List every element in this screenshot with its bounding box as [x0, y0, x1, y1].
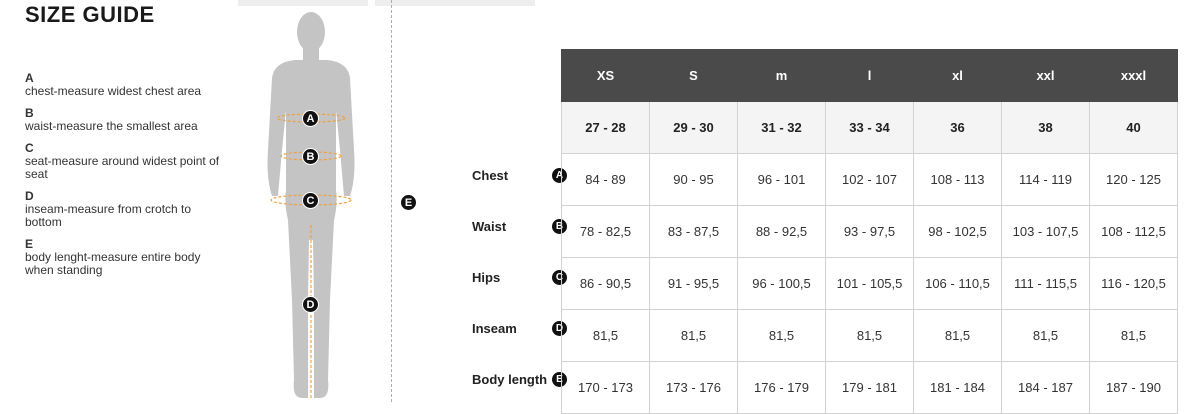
legend-item-b: B waist-measure the smallest area	[25, 107, 225, 133]
table-cell: 96 - 100,5	[737, 257, 826, 310]
table-cell: 78 - 82,5	[561, 205, 650, 258]
size-header-cell: xl	[913, 49, 1002, 102]
legend-text: waist-measure the smallest area	[25, 119, 198, 133]
table-cell: 106 - 110,5	[913, 257, 1002, 310]
table-cell: 114 - 119	[1001, 153, 1090, 206]
table-row-hips: 86 - 90,5 91 - 95,5 96 - 100,5 101 - 105…	[561, 257, 1178, 310]
table-cell: 184 - 187	[1001, 361, 1090, 414]
eu-size-cell: 36	[913, 101, 1002, 154]
table-cell: 108 - 112,5	[1089, 205, 1178, 258]
legend-item-e: E body lenght-measure entire body when s…	[25, 238, 225, 277]
eu-size-cell: 29 - 30	[649, 101, 738, 154]
row-label-text: Waist	[472, 219, 507, 234]
table-cell: 98 - 102,5	[913, 205, 1002, 258]
table-cell: 176 - 179	[737, 361, 826, 414]
eu-size-cell: 27 - 28	[561, 101, 650, 154]
table-cell: 81,5	[825, 309, 914, 362]
eu-size-cell: 31 - 32	[737, 101, 826, 154]
table-row-body-length: 170 - 173 173 - 176 176 - 179 179 - 181 …	[561, 361, 1178, 414]
table-cell: 86 - 90,5	[561, 257, 650, 310]
page-title: SIZE GUIDE	[25, 2, 155, 27]
table-cell: 179 - 181	[825, 361, 914, 414]
row-label-body-length: Body length	[472, 354, 560, 405]
legend-item-a: A chest-measure widest chest area	[25, 72, 225, 98]
size-header-cell: l	[825, 49, 914, 102]
table-cell: 91 - 95,5	[649, 257, 738, 310]
table-cell: 120 - 125	[1089, 153, 1178, 206]
marker-a: A	[302, 110, 319, 127]
legend-text: chest-measure widest chest area	[25, 84, 202, 98]
table-cell: 90 - 95	[649, 153, 738, 206]
row-label-text: Chest	[472, 168, 509, 183]
row-label-chest: Chest	[472, 150, 560, 201]
table-cell: 81,5	[1001, 309, 1090, 362]
legend-item-d: D inseam-measure from crotch to bottom	[25, 190, 225, 229]
table-row-inseam: 81,5 81,5 81,5 81,5 81,5 81,5 81,5	[561, 309, 1178, 362]
marker-b: B	[302, 148, 319, 165]
legend-text: inseam-measure from crotch to bottom	[25, 202, 192, 229]
legend-item-c: C seat-measure around widest point of se…	[25, 142, 225, 181]
size-header-cell: m	[737, 49, 826, 102]
row-label-text: Body length	[472, 372, 548, 387]
size-header-cell: S	[649, 49, 738, 102]
table-cell: 108 - 113	[913, 153, 1002, 206]
marker-c: C	[302, 192, 319, 209]
row-label-text: Hips	[472, 270, 501, 285]
eu-size-row: 27 - 28 29 - 30 31 - 32 33 - 34 36 38 40	[561, 101, 1178, 154]
table-row-chest: 84 - 89 90 - 95 96 - 101 102 - 107 108 -…	[561, 153, 1178, 206]
table-cell: 173 - 176	[649, 361, 738, 414]
table-row-waist: 78 - 82,5 83 - 87,5 88 - 92,5 93 - 97,5 …	[561, 205, 1178, 258]
marker-d: D	[302, 296, 319, 313]
size-header-cell: xxl	[1001, 49, 1090, 102]
row-label-inseam: Inseam	[472, 303, 560, 354]
size-header-row: XS S m l xl xxl xxxl	[561, 49, 1178, 102]
row-label-hips: Hips	[472, 252, 560, 303]
size-header-cell: xxxl	[1089, 49, 1178, 102]
eu-size-cell: 38	[1001, 101, 1090, 154]
table-cell: 81,5	[561, 309, 650, 362]
measurement-legend: A chest-measure widest chest area B wais…	[25, 72, 225, 286]
table-cell: 83 - 87,5	[649, 205, 738, 258]
table-cell: 181 - 184	[913, 361, 1002, 414]
table-cell: 187 - 190	[1089, 361, 1178, 414]
row-label-text: Inseam	[472, 321, 517, 336]
table-cell: 84 - 89	[561, 153, 650, 206]
size-table: XS S m l xl xxl xxxl 27 - 28 29 - 30 31 …	[561, 49, 1178, 414]
table-cell: 103 - 107,5	[1001, 205, 1090, 258]
legend-text: body lenght-measure entire body when sta…	[25, 250, 201, 277]
table-cell: 170 - 173	[561, 361, 650, 414]
table-cell: 102 - 107	[825, 153, 914, 206]
eu-size-cell: 40	[1089, 101, 1178, 154]
table-cell: 81,5	[1089, 309, 1178, 362]
body-length-line	[391, 0, 392, 402]
legend-text: seat-measure around widest point of seat	[25, 154, 220, 181]
table-cell: 88 - 92,5	[737, 205, 826, 258]
table-cell: 116 - 120,5	[1089, 257, 1178, 310]
table-cell: 101 - 105,5	[825, 257, 914, 310]
table-cell: 81,5	[737, 309, 826, 362]
table-cell: 81,5	[649, 309, 738, 362]
marker-e: E	[400, 194, 417, 211]
eu-size-cell: 33 - 34	[825, 101, 914, 154]
table-cell: 81,5	[913, 309, 1002, 362]
row-label-waist: Waist	[472, 201, 560, 252]
size-header-cell: XS	[561, 49, 650, 102]
table-cell: 93 - 97,5	[825, 205, 914, 258]
table-cell: 111 - 115,5	[1001, 257, 1090, 310]
table-cell: 96 - 101	[737, 153, 826, 206]
